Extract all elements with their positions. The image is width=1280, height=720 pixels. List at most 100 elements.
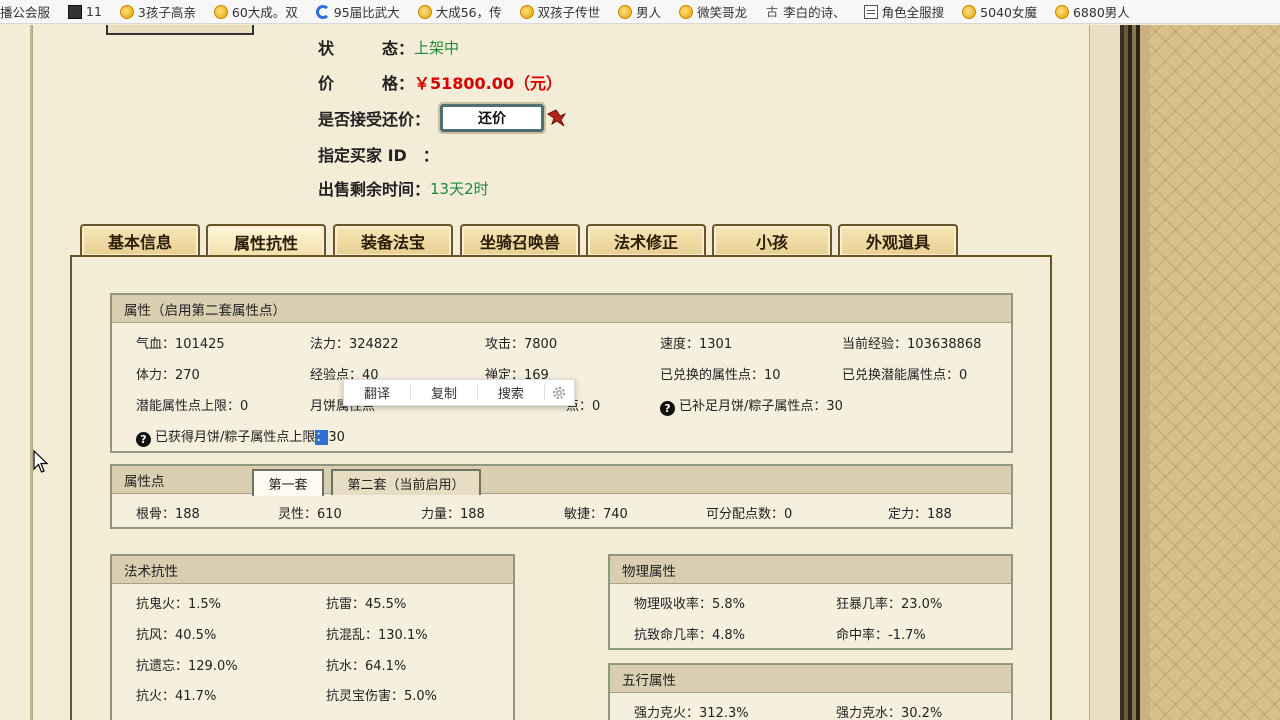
resist-forget: 抗遗忘：129.0% xyxy=(136,659,238,674)
remaining-row: 出售剩余时间： 13天2时 xyxy=(318,176,489,200)
tab-spell-modify[interactable]: 法术修正 xyxy=(586,224,706,256)
status-row: 状 态： 上架中 xyxy=(318,35,459,59)
attr-mooncake-limit-value: 30 xyxy=(328,430,345,445)
attr-exchanged-potential: 已兑换潜能属性点：0 xyxy=(842,368,968,383)
remaining-label: 出售剩余时间： xyxy=(318,180,431,199)
price-value: ￥51800.00（元） xyxy=(414,74,563,93)
attr-filled-mooncake: ? 已补足月饼/粽子属性点：30 xyxy=(660,395,843,416)
attr-points-section: 属性点 xyxy=(110,464,1013,529)
bookmark-1[interactable]: 11 xyxy=(60,0,112,23)
point-endurance: 定力：188 xyxy=(888,507,952,522)
mouse-cursor-icon xyxy=(33,450,49,473)
bookmark-label: 李白的诗、 xyxy=(783,5,846,20)
top-image-frame xyxy=(106,25,254,35)
tab-basic-info[interactable]: 基本信息 xyxy=(80,224,200,256)
bookmark-label: 11 xyxy=(86,4,102,19)
attr-filled-mooncake-text: 已补足月饼/粽子属性点：30 xyxy=(679,399,843,414)
phys-hit-rate: 命中率：-1.7% xyxy=(836,628,926,643)
tab-attributes-resist[interactable]: 属性抗性 xyxy=(206,224,326,257)
menu-copy[interactable]: 复制 xyxy=(411,383,477,402)
page-icon xyxy=(863,4,878,19)
attr-exchanged-points: 已兑换的属性点：10 xyxy=(660,368,781,383)
remaining-value: 13天2时 xyxy=(430,179,489,198)
price-label: 价 格： xyxy=(318,74,415,93)
tab-child[interactable]: 小孩 xyxy=(712,224,832,256)
gold-coin-icon xyxy=(213,4,228,19)
status-label: 状 态： xyxy=(318,39,415,58)
tab-mount-summon[interactable]: 坐骑召唤兽 xyxy=(460,224,580,256)
bookmark-label: 播公会服 xyxy=(0,5,51,20)
gold-coin-icon xyxy=(1054,4,1069,19)
blue-c-icon xyxy=(315,4,330,19)
bookmark-4[interactable]: 95届比武大 xyxy=(308,0,410,23)
bookmark-label: 5040女魔 xyxy=(980,5,1037,20)
status-value: 上架中 xyxy=(414,38,460,57)
point-spirit: 灵性：610 xyxy=(278,507,342,522)
phys-anti-fatal: 抗致命几率：4.8% xyxy=(634,628,746,643)
bookmark-label: 角色全服搜 xyxy=(881,5,945,20)
resist-fire: 抗火：41.7% xyxy=(136,689,217,704)
attr-mooncake-limit-text: 已获得月饼/粽子属性点上限 xyxy=(155,430,316,445)
gold-coin-icon xyxy=(417,4,432,19)
point-assignable: 可分配点数：0 xyxy=(706,507,793,522)
menu-translate[interactable]: 翻译 xyxy=(344,383,410,402)
bookmark-label: 微笑哥龙 xyxy=(697,5,748,20)
buyer-row: 指定买家 ID ： xyxy=(318,142,439,166)
resist-ghostfire: 抗鬼火：1.5% xyxy=(136,597,222,612)
right-pattern-background xyxy=(1150,25,1280,720)
subtab-first-set[interactable]: 第一套 xyxy=(252,469,324,496)
bookmark-3[interactable]: 60大成。双 xyxy=(206,0,308,23)
bookmark-label: 60大成。双 xyxy=(231,5,298,20)
attr-mooncake-limit: ? 已获得月饼/粽子属性点上限：30 xyxy=(136,426,345,447)
menu-search[interactable]: 搜索 xyxy=(478,383,544,402)
dark-square-icon xyxy=(68,4,83,19)
phys-absorb: 物理吸收率：5.8% xyxy=(634,597,746,612)
subtab-second-set[interactable]: 第二套（当前启用） xyxy=(331,469,481,495)
bookmarks-bar: 播公会服 11 3孩子高亲 60大成。双 95届比武大 大成56，传 双孩子传世… xyxy=(0,0,1280,24)
bookmark-label: 3孩子高亲 xyxy=(137,5,196,20)
element-vs-water: 强力克水：30.2% xyxy=(836,706,943,720)
attr-potential-limit: 潜能属性点上限：0 xyxy=(136,399,249,414)
resist-chaos: 抗混乱：130.1% xyxy=(326,628,428,643)
context-menu: 翻译 复制 搜索 xyxy=(343,379,575,406)
menu-settings[interactable] xyxy=(545,385,574,401)
bookmark-12[interactable]: 6880男人 xyxy=(1047,0,1140,23)
gold-coin-icon xyxy=(962,4,977,19)
bookmark-label: 95届比武大 xyxy=(333,5,400,20)
price-row: 价 格： ￥51800.00（元） xyxy=(318,70,562,94)
phys-crit-rate: 狂暴几率：23.0% xyxy=(836,597,943,612)
spell-resist-header: 法术抗性 xyxy=(112,556,513,584)
gu-glyph-icon: 古 xyxy=(766,4,779,19)
attr-hp: 气血：101425 xyxy=(136,337,225,352)
bargain-row: 是否接受还价： 还价 xyxy=(318,102,567,134)
bookmark-0[interactable]: 播公会服 xyxy=(0,0,60,23)
tab-equipment[interactable]: 装备法宝 xyxy=(333,224,453,256)
bookmark-7[interactable]: 男人 xyxy=(610,0,671,23)
bargain-label: 是否接受还价： xyxy=(318,110,431,129)
bookmark-label: 6880男人 xyxy=(1072,5,1130,20)
attr-exp: 当前经验：103638868 xyxy=(842,337,982,352)
tab-appearance[interactable]: 外观道具 xyxy=(838,224,958,256)
question-icon[interactable]: ? xyxy=(660,401,675,416)
bookmark-9[interactable]: 古李白的诗、 xyxy=(757,0,856,23)
bookmark-10[interactable]: 角色全服搜 xyxy=(856,0,955,23)
question-icon[interactable]: ? xyxy=(136,432,151,447)
physical-header: 物理属性 xyxy=(610,556,1011,584)
buyer-label: 指定买家 ID ： xyxy=(318,146,439,165)
gold-coin-icon xyxy=(679,4,694,19)
bookmark-6[interactable]: 双孩子传世 xyxy=(512,0,611,23)
right-decorative-frame xyxy=(1090,25,1150,720)
bargain-button[interactable]: 还价 xyxy=(438,102,547,134)
bookmark-8[interactable]: 微笑哥龙 xyxy=(671,0,757,23)
resist-thunder: 抗雷：45.5% xyxy=(326,597,407,612)
point-strength: 力量：188 xyxy=(421,507,485,522)
attr-speed: 速度：1301 xyxy=(660,337,733,352)
bookmark-5[interactable]: 大成56，传 xyxy=(410,0,512,23)
bookmark-label: 双孩子传世 xyxy=(537,5,601,20)
attributes-header: 属性（启用第二套属性点） xyxy=(112,295,1011,323)
resist-lingbao: 抗灵宝伤害：5.0% xyxy=(326,689,438,704)
bookmark-2[interactable]: 3孩子高亲 xyxy=(112,0,206,23)
bargain-button-wrap: 还价 xyxy=(438,102,567,134)
element-vs-fire: 强力克火：312.3% xyxy=(634,706,749,720)
bookmark-11[interactable]: 5040女魔 xyxy=(954,0,1047,23)
